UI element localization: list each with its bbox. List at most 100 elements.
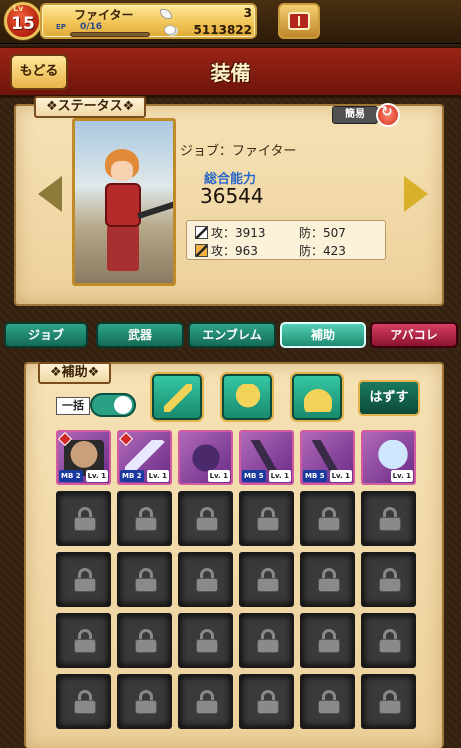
- locked-slot[interactable]: [239, 674, 294, 729]
- character-body: [105, 183, 141, 227]
- sword-icon: [164, 384, 192, 412]
- physical-attack-icon: [195, 226, 208, 239]
- lock-icon: [196, 568, 218, 592]
- bulk-label: 一括: [56, 397, 90, 415]
- locked-slot[interactable]: [56, 552, 111, 607]
- locked-slot[interactable]: [117, 613, 172, 668]
- tab-weapon[interactable]: 武器: [96, 322, 184, 348]
- lock-icon: [196, 507, 218, 531]
- prev-character-arrow-icon[interactable]: [38, 176, 62, 212]
- character-portrait: [72, 118, 176, 286]
- gem-count: 3: [243, 6, 252, 20]
- lock-icon: [257, 629, 279, 653]
- locked-slot[interactable]: [239, 491, 294, 546]
- locked-slot[interactable]: [56, 491, 111, 546]
- physical-defense: 防：507: [299, 226, 346, 240]
- locked-slot[interactable]: [300, 552, 355, 607]
- gem-icon: [160, 9, 172, 19]
- lock-icon: [196, 690, 218, 714]
- locked-slot[interactable]: [56, 613, 111, 668]
- lock-icon: [379, 629, 401, 653]
- locked-slot[interactable]: [239, 613, 294, 668]
- simple-view-button[interactable]: 簡易: [332, 106, 378, 124]
- lock-icon: [135, 507, 157, 531]
- card-level-badge: Lv. 1: [390, 470, 413, 482]
- support-card[interactable]: Lv. 1: [361, 430, 416, 485]
- support-card[interactable]: MB 2 Lv. 1: [56, 430, 111, 485]
- player-name: ファイター: [74, 8, 134, 22]
- job-line: ジョブ：ファイター: [180, 144, 297, 159]
- card-mb-badge: MB 5: [303, 470, 327, 482]
- locked-slot[interactable]: [178, 674, 233, 729]
- equipment-tabs: ジョブ 武器 エンブレム 補助 アバコレ: [0, 322, 461, 352]
- lock-icon: [318, 507, 340, 531]
- card-mb-badge: MB 5: [242, 470, 266, 482]
- lock-icon: [318, 568, 340, 592]
- locked-slot[interactable]: [300, 491, 355, 546]
- book-icon: [288, 12, 310, 30]
- page-title: 装備: [210, 61, 251, 85]
- gold-icon: [164, 25, 176, 35]
- locked-slot[interactable]: [300, 613, 355, 668]
- locked-slot[interactable]: [117, 491, 172, 546]
- card-mb-badge: MB 2: [59, 470, 83, 482]
- tab-support[interactable]: 補助: [280, 322, 366, 348]
- lock-icon: [135, 568, 157, 592]
- card-level-badge: Lv. 1: [85, 470, 108, 482]
- locked-slot[interactable]: [361, 552, 416, 607]
- support-card[interactable]: MB 5 Lv. 1: [239, 430, 294, 485]
- locked-slot[interactable]: [178, 491, 233, 546]
- unequip-button[interactable]: はずす: [358, 380, 420, 416]
- armor-category-button[interactable]: [222, 374, 272, 420]
- lock-icon: [257, 568, 279, 592]
- magic-attack: 攻：963: [211, 244, 258, 258]
- locked-slot[interactable]: [178, 552, 233, 607]
- lock-icon: [318, 690, 340, 714]
- level-tag: Lv: [13, 4, 24, 13]
- character-sword: [137, 200, 173, 220]
- sword-category-button[interactable]: [152, 374, 202, 420]
- stats-box: 攻：3913 防：507 攻：963 防：423: [186, 220, 386, 260]
- helmet-category-button[interactable]: [292, 374, 342, 420]
- lock-icon: [135, 690, 157, 714]
- locked-slot[interactable]: [56, 674, 111, 729]
- status-section-label: ❖ステータス❖: [34, 96, 147, 118]
- ep-bar: [70, 32, 150, 37]
- locked-slot[interactable]: [117, 674, 172, 729]
- tab-emblem[interactable]: エンブレム: [188, 322, 276, 348]
- locked-slot[interactable]: [361, 613, 416, 668]
- lock-icon: [196, 629, 218, 653]
- support-card[interactable]: MB 2 Lv. 1: [117, 430, 172, 485]
- lock-icon: [74, 568, 96, 592]
- character-legs: [107, 225, 139, 271]
- refresh-icon[interactable]: [376, 103, 400, 127]
- ep-value: 0/16: [80, 22, 103, 32]
- lock-icon: [379, 690, 401, 714]
- next-character-arrow-icon[interactable]: [404, 176, 428, 212]
- tab-avatar-collection[interactable]: アバコレ: [370, 322, 458, 348]
- locked-slot[interactable]: [300, 674, 355, 729]
- bulk-toggle[interactable]: [90, 393, 136, 417]
- total-power-value: 36544: [200, 184, 264, 208]
- tab-job[interactable]: ジョブ: [4, 322, 88, 348]
- locked-slot[interactable]: [117, 552, 172, 607]
- lock-icon: [257, 507, 279, 531]
- top-status-bar: Lv 15 ファイター EP 0/16 3 5113822: [0, 0, 461, 44]
- lock-icon: [257, 690, 279, 714]
- support-card[interactable]: MB 5 Lv. 1: [300, 430, 355, 485]
- locked-slot[interactable]: [361, 491, 416, 546]
- locked-slot[interactable]: [361, 674, 416, 729]
- ep-label: EP: [56, 23, 66, 31]
- card-level-badge: Lv. 1: [329, 470, 352, 482]
- support-card[interactable]: Lv. 1: [178, 430, 233, 485]
- menu-book-button[interactable]: [278, 3, 320, 39]
- lock-icon: [74, 507, 96, 531]
- card-level-badge: Lv. 1: [268, 470, 291, 482]
- physical-attack: 攻：3913: [211, 226, 266, 240]
- support-section-label: ❖補助❖: [38, 362, 112, 384]
- locked-slot[interactable]: [239, 552, 294, 607]
- player-status-panel: ファイター EP 0/16 3 5113822: [40, 3, 257, 39]
- lock-icon: [74, 690, 96, 714]
- card-level-badge: Lv. 1: [207, 470, 230, 482]
- locked-slot[interactable]: [178, 613, 233, 668]
